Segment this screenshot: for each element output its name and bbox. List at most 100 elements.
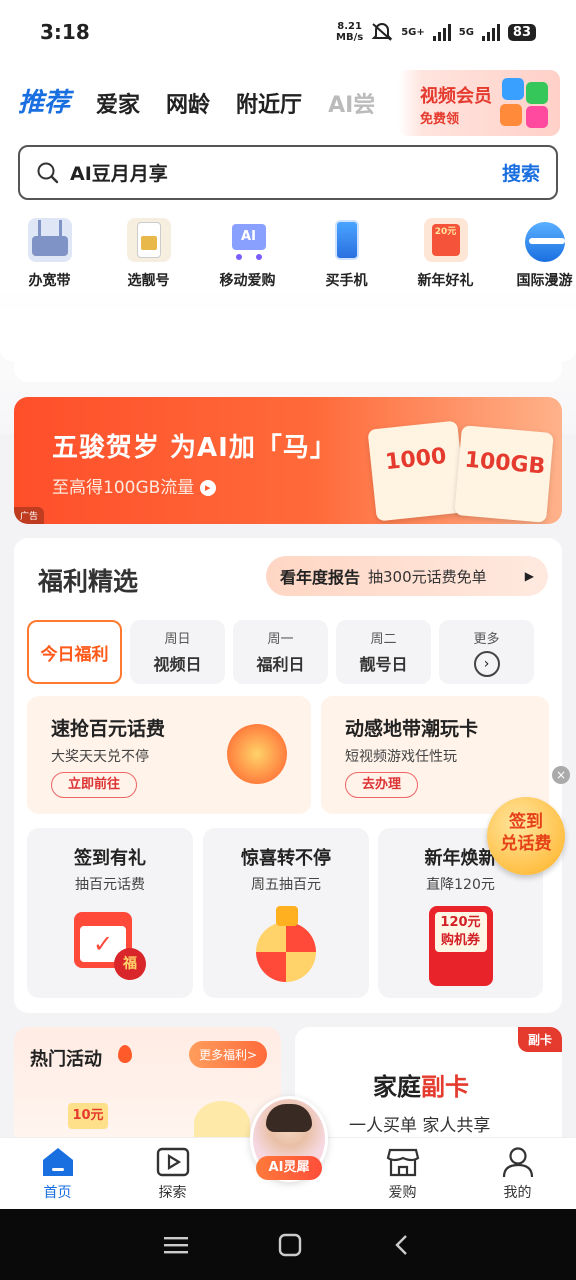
welfare-title: 福利精选 [38,562,139,598]
nav-label: 探索 [158,1185,187,1201]
quick-label: 办宽带 [28,273,71,289]
ai-label: AI灵犀 [256,1156,322,1180]
banner-subtitle-row: 至高得100GB流量 ▸ [52,473,216,498]
empty-card-shadow [14,362,562,382]
welfare-section: 福利精选 看年度报告 抽300元话费免单 ▶ 今日福利 周日视频日 周一 福利日 … [14,538,562,1013]
search-bar[interactable]: AI豆月月享 搜索 [18,145,558,200]
tab-monday[interactable]: 周一 福利日 [233,620,328,684]
network-5g: 5G [458,26,474,38]
tab-network-age[interactable]: 网龄 [166,87,210,119]
annual-report-button[interactable]: 看年度报告 抽300元话费免单 ▶ [266,556,548,596]
net-speed-unit: MB/s [336,32,364,43]
search-button[interactable]: 搜索 [502,159,540,186]
airplane-icon [523,218,567,262]
tab-home[interactable]: 爱家 [96,87,140,119]
clock: 3:18 [40,20,90,44]
category-tabs: 推荐 爱家 网龄 附近厅 AI尝 [18,82,375,119]
more-welfare-button[interactable]: 更多福利> [188,1041,267,1068]
quick-icons: 办宽带 选靓号 AI 移动爱购 买手机 20元 新年好礼 国际漫游 [0,218,576,290]
day-top: 周一 [267,632,294,647]
tab-tuesday[interactable]: 周二 靓号日 [336,620,431,684]
family-title-b: 副卡 [421,1073,469,1101]
quick-newyear-gift[interactable]: 20元 新年好礼 [396,218,495,290]
family-subtitle: 一人买单 家人共享 [349,1116,491,1136]
mini-subtitle: 周五抽百元 [251,877,321,893]
net-speed-value: 8.21 [337,21,362,32]
day-top: 周二 [370,632,397,647]
video-vip-promo[interactable]: 视频会员 免费领 [398,70,560,136]
quick-shop[interactable]: AI 移动爱购 [198,218,297,290]
family-sub-card[interactable]: 副卡 家庭副卡 一人买单 家人共享 [295,1027,562,1147]
tab-ai[interactable]: AI尝 [328,87,375,119]
data-card: 100GB [454,425,554,523]
nav-label: 爱购 [388,1185,417,1201]
day-label: 视频日 [153,655,202,674]
play-icon [156,1146,190,1178]
net-speed: 8.21 MB/s [336,21,363,43]
promo-subtitle: 大奖天天兑不停 [51,749,149,765]
hot-title: 热门活动 [30,1049,102,1070]
checkin-card[interactable]: 签到有礼 抽百元话费 ✓ 福 [27,828,193,998]
tab-more[interactable]: 更多 › [439,620,534,684]
network-5g-plus: 5G+ [401,26,425,38]
sub-card-tag: 副卡 [517,1027,562,1052]
tab-sunday[interactable]: 周日 视频日 [130,620,225,684]
gift-card-icon: 20元 [423,218,468,262]
system-nav-bar [0,1209,576,1280]
day-label: 靓号日 [359,655,408,674]
nav-explore[interactable]: 探索 [115,1138,230,1209]
phone-coupon-icon: 120元 购机券 [421,904,501,986]
home-button-icon[interactable] [278,1233,302,1257]
quick-label: 新年好礼 [417,273,474,289]
quick-phone[interactable]: 买手机 [297,218,396,290]
ai-bean-card: 1000 [367,420,467,522]
menu-icon[interactable] [164,1235,188,1255]
quick-roaming[interactable]: 国际漫游 [495,218,576,290]
day-top: 周日 [164,632,191,647]
promo-card-phone-credit[interactable]: 速抢百元话费 大奖天天兑不停 立即前往 [27,696,311,814]
coupon-stack-icon [227,724,287,784]
ai-assistant-button[interactable]: AI灵犀 [246,1096,330,1190]
promo-card-mzone[interactable]: 动感地带潮玩卡 短视频游戏任性玩 去办理 [321,696,549,814]
promo-banner[interactable]: 五骏贺岁 为AI加「马」 至高得100GB流量 ▸ 1000 100GB 广告 [14,397,562,524]
promo-subtitle: 短视频游戏任性玩 [345,749,457,765]
coupon-text: 120元 购机券 [434,912,487,952]
mini-subtitle: 抽百元话费 [75,877,145,893]
apply-button[interactable]: 去办理 [345,772,419,798]
signal-icon-2 [481,23,500,41]
data-value: 100GB [463,447,547,480]
home-icon [41,1146,75,1178]
ai-bean-value: 1000 [384,443,448,476]
tab-recommend[interactable]: 推荐 [18,82,70,119]
nav-shop[interactable]: 爱购 [345,1138,460,1209]
float-line2: 兑话费 [500,834,552,854]
avatar-hair [266,1104,312,1132]
nav-mine[interactable]: 我的 [460,1138,575,1209]
lucky-wheel-card[interactable]: 惊喜转不停 周五抽百元 [203,828,369,998]
quick-number[interactable]: 选靓号 [99,218,198,290]
hot-activities-card[interactable]: 热门活动 更多福利> 10元 [14,1027,281,1147]
search-icon [37,162,59,183]
user-icon [501,1146,535,1178]
quick-label: 国际漫游 [516,273,573,289]
empty-card [0,310,576,362]
search-query[interactable]: AI豆月月享 [70,159,168,186]
tab-today-welfare[interactable]: 今日福利 [27,620,122,684]
day-tabs: 今日福利 周日视频日 周一 福利日 周二靓号日 更多 › [27,620,534,684]
quick-label: 买手机 [325,273,368,289]
report-subtitle: 抽300元话费免单 [368,567,487,586]
vip-subtitle: 免费领 [420,112,460,127]
go-now-button[interactable]: 立即前往 [51,772,138,798]
banner-headline: 五骏贺岁 为AI加「马」 [52,433,337,463]
close-icon[interactable]: × [552,766,570,784]
back-icon[interactable] [392,1233,412,1257]
mini-title: 签到有礼 [74,848,146,869]
quick-broadband[interactable]: 办宽带 [0,218,99,290]
nav-home[interactable]: 首页 [0,1138,115,1209]
calendar-icon: ✓ 福 [70,904,150,984]
checkin-float-button[interactable]: 签到 兑话费 [487,797,565,875]
sim-card-icon [126,218,171,262]
tab-nearby-hall[interactable]: 附近厅 [236,87,302,119]
fire-icon [118,1045,132,1063]
float-line1: 签到 [509,812,543,832]
